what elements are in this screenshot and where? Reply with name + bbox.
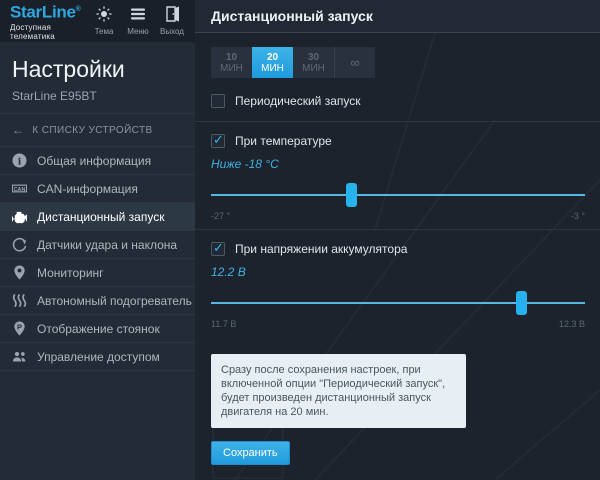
theme-sun-icon: [96, 6, 112, 25]
sidebar-item-label: CAN-информация: [37, 181, 138, 196]
can-icon: CAN: [10, 181, 28, 196]
theme-button[interactable]: Тема: [89, 6, 119, 36]
trademark-symbol: ®: [75, 6, 81, 14]
starline-logo: StarLine® Доступная телематика: [10, 1, 89, 41]
app-window: StarLine® Доступная телематика Тема Меню: [0, 0, 600, 480]
menu-hamburger-icon: [130, 6, 146, 25]
sidebar-header: Настройки StarLine E95BT: [0, 42, 195, 114]
voltage-value: 12.2 В: [211, 265, 246, 279]
save-button[interactable]: Сохранить: [211, 441, 290, 465]
divider: [195, 121, 600, 122]
panel-header: Дистанционный запуск: [195, 0, 600, 33]
topbar-actions: Тема Меню Выход: [89, 6, 187, 36]
voltage-slider-track: [211, 302, 585, 304]
svg-text:P: P: [16, 322, 21, 331]
periodic-start-checkbox[interactable]: [211, 94, 225, 108]
sidebar-item-label: Общая информация: [37, 153, 152, 168]
settings-panel: Дистанционный запуск 10 МИН 20 МИН 30 МИ: [195, 0, 600, 480]
temperature-slider-track: [211, 194, 585, 196]
info-icon: i: [10, 153, 28, 168]
sidebar-item-label: Датчики удара и наклона: [37, 237, 178, 252]
logo-text: StarLine: [10, 2, 76, 22]
svg-text:i: i: [17, 156, 21, 167]
sidebar-item-label: Управление доступом: [37, 349, 160, 364]
temperature-checkbox[interactable]: [211, 132, 225, 148]
temperature-min-label: -27 °: [211, 211, 231, 221]
temperature-value: Ниже -18 °C: [211, 157, 279, 171]
temperature-section: При температуре Ниже -18 °C -27 ° -3 °: [211, 132, 585, 229]
duration-infinite-button[interactable]: ∞: [334, 47, 375, 78]
topbar: StarLine® Доступная телематика Тема Меню: [0, 0, 195, 42]
exit-door-icon: [164, 6, 180, 25]
shock-sensor-icon: [10, 237, 28, 252]
info-note: Сразу после сохранения настроек, при вкл…: [211, 354, 466, 428]
menu-button[interactable]: Меню: [123, 6, 153, 36]
sidebar-item-autonomous-heater[interactable]: Автономный подогреватель: [0, 287, 195, 315]
sidebar-item-remote-start[interactable]: Дистанционный запуск: [0, 203, 195, 231]
temperature-max-label: -3 °: [570, 211, 585, 221]
exit-button[interactable]: Выход: [157, 6, 187, 36]
voltage-checkbox[interactable]: [211, 240, 225, 256]
device-name: StarLine E95BT: [12, 89, 97, 103]
temperature-label: При температуре: [235, 134, 332, 148]
temperature-slider[interactable]: [211, 183, 585, 207]
back-to-devices-link[interactable]: ← К СПИСКУ УСТРОЙСТВ: [0, 114, 195, 147]
duration-30-min-button[interactable]: 30 МИН: [293, 47, 334, 78]
sidebar: StarLine® Доступная телематика Тема Меню: [0, 0, 195, 480]
sidebar-item-shock-tilt-sensors[interactable]: Датчики удара и наклона: [0, 231, 195, 259]
sidebar-item-can-info[interactable]: CAN CAN-информация: [0, 175, 195, 203]
periodic-start-label: Периодический запуск: [235, 94, 361, 108]
users-icon: [10, 349, 28, 364]
sidebar-item-monitoring[interactable]: Мониторинг: [0, 259, 195, 287]
logo-tagline: Доступная телематика: [10, 22, 55, 41]
sidebar-menu: i Общая информация CAN CAN-информация Ди…: [0, 147, 195, 371]
back-link-label: К СПИСКУ УСТРОЙСТВ: [32, 124, 153, 136]
run-duration-segmented-control: 10 МИН 20 МИН 30 МИН ∞: [211, 47, 375, 78]
voltage-slider[interactable]: [211, 291, 585, 315]
page-title: Настройки: [12, 56, 125, 82]
sidebar-item-label: Мониторинг: [37, 265, 104, 280]
sidebar-item-label: Автономный подогреватель: [37, 293, 192, 308]
voltage-max-label: 12.3 В: [558, 319, 585, 329]
parking-pin-icon: P: [10, 321, 28, 336]
duration-10-min-button[interactable]: 10 МИН: [211, 47, 252, 78]
heater-icon: [10, 293, 28, 308]
sidebar-item-access-control[interactable]: Управление доступом: [0, 343, 195, 371]
voltage-slider-handle[interactable]: [516, 291, 528, 315]
voltage-min-label: 11.7 В: [211, 319, 237, 329]
sidebar-item-general-info[interactable]: i Общая информация: [0, 147, 195, 175]
voltage-section: При напряжении аккумулятора 12.2 В 11.7 …: [211, 240, 585, 337]
sidebar-item-label: Дистанционный запуск: [37, 209, 165, 224]
sidebar-item-parking-display[interactable]: P Отображение стоянок: [0, 315, 195, 343]
periodic-start-row: Периодический запуск: [211, 94, 585, 108]
sidebar-item-label: Отображение стоянок: [37, 321, 160, 336]
divider: [195, 229, 600, 230]
theme-button-label: Тема: [94, 27, 114, 36]
temperature-slider-handle[interactable]: [346, 183, 358, 207]
panel-title: Дистанционный запуск: [211, 8, 373, 24]
svg-text:CAN: CAN: [13, 187, 25, 193]
menu-button-label: Меню: [127, 27, 149, 36]
duration-20-min-button[interactable]: 20 МИН: [252, 47, 293, 78]
engine-icon: [10, 209, 28, 224]
map-pin-icon: [10, 265, 28, 280]
infinity-icon: ∞: [350, 55, 360, 70]
exit-button-label: Выход: [160, 27, 184, 36]
voltage-label: При напряжении аккумулятора: [235, 242, 408, 256]
back-arrow-icon: ←: [12, 123, 25, 137]
